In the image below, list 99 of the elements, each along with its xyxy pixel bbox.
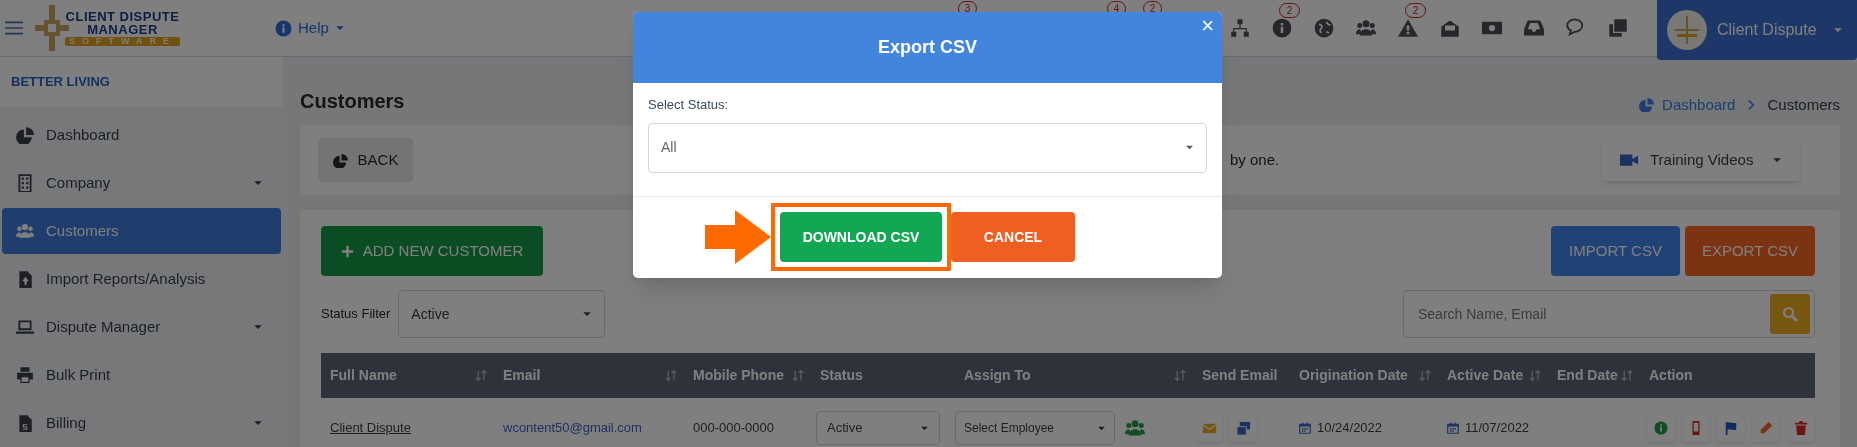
pencil-icon bbox=[1759, 421, 1773, 435]
envelope-icon[interactable] bbox=[1440, 18, 1460, 38]
video-camera-icon bbox=[1620, 151, 1638, 169]
column-header[interactable]: Origination Date bbox=[1299, 365, 1408, 386]
building-icon bbox=[16, 174, 34, 192]
email-button[interactable] bbox=[1195, 414, 1223, 442]
table-cell-text: 10/24/2022 bbox=[1317, 419, 1383, 438]
breadcrumb-current: Customers bbox=[1767, 94, 1840, 115]
logo-text: CLIENT DISPUTE bbox=[65, 10, 180, 23]
info-button[interactable] bbox=[1647, 414, 1675, 442]
column-header[interactable]: End Date bbox=[1557, 365, 1618, 386]
sidebar-item[interactable]: Customers bbox=[2, 208, 281, 254]
sidebar-item[interactable]: Bulk Print bbox=[2, 352, 281, 398]
info-icon[interactable] bbox=[1272, 18, 1292, 38]
trash-icon bbox=[1794, 421, 1808, 435]
customer-name-link[interactable]: Client Dispute bbox=[330, 420, 411, 436]
training-videos-dropdown[interactable]: Training Videos bbox=[1602, 139, 1800, 181]
flag-icon bbox=[1724, 421, 1738, 435]
download-csv-button[interactable]: DOWNLOAD CSV bbox=[780, 212, 942, 262]
sidebar-item[interactable]: Dashboard bbox=[2, 112, 281, 158]
search-icon bbox=[1782, 306, 1798, 322]
sort-icon[interactable] bbox=[475, 369, 488, 382]
sort-icon[interactable] bbox=[665, 369, 678, 382]
envelopes-icon bbox=[1235, 420, 1251, 436]
avatar bbox=[1667, 10, 1707, 50]
bulk-email-button[interactable] bbox=[1229, 414, 1257, 442]
notification-badge: 2 bbox=[1405, 3, 1426, 18]
globe-icon[interactable] bbox=[1314, 18, 1334, 38]
column-header[interactable]: Mobile Phone bbox=[693, 365, 784, 386]
breadcrumb-link[interactable]: Dashboard bbox=[1639, 93, 1736, 116]
company-name: BETTER LIVING bbox=[11, 73, 110, 92]
column-header[interactable]: Email bbox=[503, 365, 541, 386]
status-filter-label: Status Filter bbox=[321, 305, 391, 324]
sidebar-item[interactable]: Billing bbox=[2, 400, 281, 446]
notification-badge: 2 bbox=[1279, 3, 1300, 18]
menu-icon[interactable] bbox=[5, 19, 23, 37]
column-header[interactable]: Action bbox=[1649, 365, 1693, 386]
sitemap-icon[interactable] bbox=[1230, 18, 1250, 38]
invoice-icon bbox=[16, 414, 34, 432]
users-icon bbox=[16, 222, 34, 240]
dialog-title: Export CSV bbox=[878, 36, 977, 59]
users-icon[interactable] bbox=[1123, 418, 1147, 438]
search-input[interactable]: Search Name, Email bbox=[1418, 303, 1770, 325]
logo-text: MANAGER bbox=[87, 23, 158, 36]
comments-icon[interactable] bbox=[1566, 18, 1586, 38]
search-button[interactable] bbox=[1770, 294, 1810, 334]
help-menu[interactable]: Help bbox=[275, 16, 345, 40]
cancel-button[interactable]: CANCEL bbox=[951, 212, 1075, 262]
pie-chart-icon bbox=[16, 126, 34, 144]
back-button[interactable]: BACK bbox=[318, 138, 413, 182]
column-header[interactable]: Active Date bbox=[1447, 365, 1524, 386]
sort-icon[interactable] bbox=[1174, 369, 1187, 382]
close-button[interactable]: × bbox=[1201, 14, 1214, 38]
column-header[interactable]: Assign To bbox=[964, 365, 1031, 386]
email-link[interactable]: wcontent50@gmail.com bbox=[503, 420, 642, 436]
page-title: Customers bbox=[300, 89, 405, 114]
delete-button[interactable] bbox=[1787, 414, 1815, 442]
file-upload-icon bbox=[16, 270, 34, 288]
status-select[interactable]: Active bbox=[816, 411, 940, 445]
users-icon[interactable] bbox=[1356, 18, 1376, 38]
flag-button[interactable] bbox=[1717, 414, 1745, 442]
pie-chart-icon bbox=[332, 152, 348, 168]
import-csv-button[interactable]: IMPORT CSV bbox=[1551, 226, 1680, 276]
table-cell: 000-000-0000 bbox=[693, 420, 774, 436]
status-filter-select[interactable]: Active bbox=[398, 290, 606, 338]
status-select[interactable]: All bbox=[648, 122, 1207, 173]
plus-icon bbox=[340, 244, 354, 258]
logo-text: SOFTWARE bbox=[65, 37, 180, 46]
sidebar-item[interactable]: Company bbox=[2, 160, 281, 206]
sidebar-item[interactable]: Dispute Manager bbox=[2, 304, 281, 350]
printer-icon bbox=[16, 366, 34, 384]
inbox-icon[interactable] bbox=[1524, 18, 1544, 38]
column-header[interactable]: Status bbox=[820, 365, 863, 386]
copy-icon[interactable] bbox=[1608, 18, 1628, 38]
search-field[interactable]: Search Name, Email bbox=[1403, 290, 1815, 338]
phone-button[interactable] bbox=[1682, 414, 1710, 442]
notice-text: by one. bbox=[1230, 149, 1280, 170]
caret-icon bbox=[1185, 143, 1194, 152]
edit-button[interactable] bbox=[1752, 414, 1780, 442]
field-label: Select Status: bbox=[648, 96, 730, 114]
sort-icon[interactable] bbox=[792, 369, 805, 382]
warning-icon[interactable] bbox=[1398, 18, 1418, 38]
add-customer-button[interactable]: ADD NEW CUSTOMER bbox=[321, 226, 543, 276]
sort-icon[interactable] bbox=[1529, 369, 1542, 382]
info-icon bbox=[275, 19, 292, 37]
info-icon bbox=[1654, 421, 1668, 435]
assign-select[interactable]: Select Employee bbox=[955, 411, 1115, 445]
calendar-icon bbox=[1447, 422, 1459, 434]
column-header[interactable]: Full Name bbox=[330, 365, 397, 386]
calendar-icon bbox=[1299, 422, 1311, 434]
table-cell-text: 11/07/2022 bbox=[1465, 419, 1530, 438]
pie-chart-icon bbox=[1639, 97, 1655, 113]
export-csv-button[interactable]: EXPORT CSV bbox=[1685, 226, 1815, 276]
sort-icon[interactable] bbox=[1621, 369, 1634, 382]
sort-icon[interactable] bbox=[1419, 369, 1432, 382]
laptop-icon bbox=[16, 318, 34, 336]
column-header[interactable]: Send Email bbox=[1202, 365, 1278, 386]
sidebar-item[interactable]: Import Reports/Analysis bbox=[2, 256, 281, 302]
profile-menu[interactable]: Client Dispute bbox=[1657, 0, 1857, 60]
